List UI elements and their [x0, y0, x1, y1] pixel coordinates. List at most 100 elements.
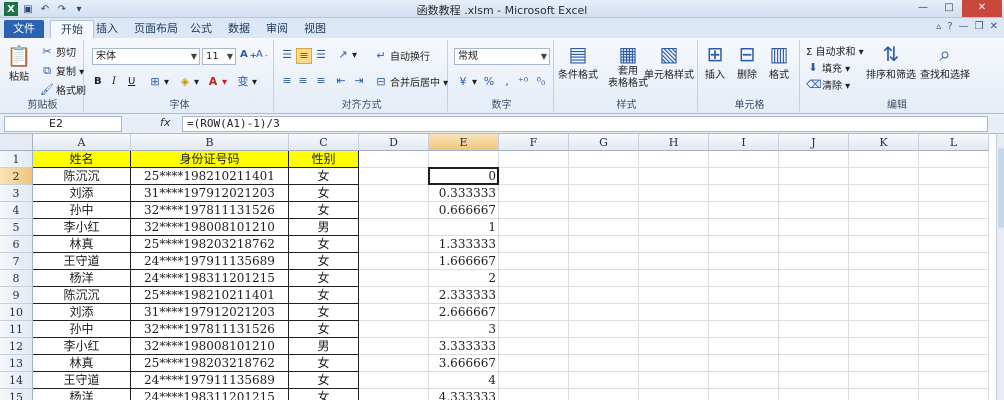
cell-e4[interactable]: 0.666667 — [429, 202, 499, 219]
cell-l1[interactable] — [919, 151, 989, 168]
worksheet-grid[interactable]: A B C D E F G H I J K L 1 姓名 身份证号码 性别 2 陈沉沉 25****19821021… — [0, 134, 996, 400]
cell-f10[interactable] — [499, 304, 569, 321]
cell-a6[interactable]: 林真 — [33, 236, 131, 253]
cell-f11[interactable] — [499, 321, 569, 338]
row-header-1[interactable]: 1 — [0, 151, 33, 168]
cell-g11[interactable] — [569, 321, 639, 338]
wrap-text-button[interactable]: ↵ 自动换行 — [374, 48, 430, 64]
copy-button[interactable]: ⧉ 复制 ▾ — [40, 63, 84, 79]
font-name-select[interactable]: 宋体 ▼ — [92, 48, 200, 65]
align-top-button[interactable]: ☰ — [280, 48, 294, 62]
cell-f13[interactable] — [499, 355, 569, 372]
align-right-button[interactable]: ≡ — [314, 74, 328, 88]
grow-font-button[interactable]: A + — [240, 49, 257, 60]
cell-a9[interactable]: 陈沉沉 — [33, 287, 131, 304]
cell-styles-button[interactable]: ▧ 单元格样式 — [644, 42, 694, 81]
cell-i6[interactable] — [709, 236, 779, 253]
restore-workbook-icon[interactable]: ❐ — [975, 21, 984, 32]
cell-d13[interactable] — [359, 355, 429, 372]
cell-c3[interactable]: 女 — [289, 185, 359, 202]
formula-input[interactable]: =(ROW(A1)-1)/3 — [182, 116, 988, 132]
cell-j15[interactable] — [779, 389, 849, 400]
cell-k3[interactable] — [849, 185, 919, 202]
column-header-d[interactable]: D — [359, 134, 429, 151]
cell-i3[interactable] — [709, 185, 779, 202]
cell-g14[interactable] — [569, 372, 639, 389]
cell-e12[interactable]: 3.333333 — [429, 338, 499, 355]
cell-c15[interactable]: 女 — [289, 389, 359, 400]
tab-view[interactable]: 视图 — [294, 20, 336, 38]
column-header-g[interactable]: G — [569, 134, 639, 151]
cell-k15[interactable] — [849, 389, 919, 400]
cell-e9[interactable]: 2.333333 — [429, 287, 499, 304]
cell-d15[interactable] — [359, 389, 429, 400]
cell-i10[interactable] — [709, 304, 779, 321]
italic-button[interactable]: I — [112, 76, 116, 87]
cell-b12[interactable]: 32****198008101210 — [131, 338, 289, 355]
cell-i9[interactable] — [709, 287, 779, 304]
cell-c5[interactable]: 男 — [289, 219, 359, 236]
underline-button[interactable]: U — [128, 76, 135, 87]
cell-b11[interactable]: 32****197811131526 — [131, 321, 289, 338]
help-icon[interactable]: ? — [947, 21, 952, 32]
cell-j3[interactable] — [779, 185, 849, 202]
cell-a7[interactable]: 王守道 — [33, 253, 131, 270]
column-header-e[interactable]: E — [429, 134, 499, 151]
cell-l4[interactable] — [919, 202, 989, 219]
cell-h9[interactable] — [639, 287, 709, 304]
cell-e10[interactable]: 2.666667 — [429, 304, 499, 321]
row-header-14[interactable]: 14 — [0, 372, 33, 389]
tab-data[interactable]: 数据 — [218, 20, 260, 38]
tab-review[interactable]: 审阅 — [256, 20, 298, 38]
column-header-a[interactable]: A — [33, 134, 131, 151]
cell-l5[interactable] — [919, 219, 989, 236]
font-size-select[interactable]: 11 ▼ — [202, 48, 236, 65]
cell-k2[interactable] — [849, 168, 919, 185]
comma-button[interactable]: , — [500, 75, 514, 89]
cell-f2[interactable] — [499, 168, 569, 185]
cell-d12[interactable] — [359, 338, 429, 355]
cell-h12[interactable] — [639, 338, 709, 355]
cell-h4[interactable] — [639, 202, 709, 219]
cell-c13[interactable]: 女 — [289, 355, 359, 372]
align-left-button[interactable]: ≡ — [280, 74, 294, 88]
cell-d7[interactable] — [359, 253, 429, 270]
cell-f7[interactable] — [499, 253, 569, 270]
row-header-8[interactable]: 8 — [0, 270, 33, 287]
cell-b15[interactable]: 24****198311201215 — [131, 389, 289, 400]
clear-button[interactable]: ⌫ 清除 ▾ — [806, 77, 850, 93]
align-center-button[interactable]: ≡ — [296, 74, 310, 88]
cell-k4[interactable] — [849, 202, 919, 219]
cell-l8[interactable] — [919, 270, 989, 287]
cell-f9[interactable] — [499, 287, 569, 304]
close-button[interactable]: ✕ — [962, 0, 1002, 17]
cell-j2[interactable] — [779, 168, 849, 185]
orientation-button[interactable]: ↗ ▾ — [336, 48, 357, 62]
cell-l7[interactable] — [919, 253, 989, 270]
cell-d10[interactable] — [359, 304, 429, 321]
phonetic-button[interactable]: 变 ▾ — [236, 75, 258, 89]
cell-i12[interactable] — [709, 338, 779, 355]
cell-a15[interactable]: 杨洋 — [33, 389, 131, 400]
cell-b13[interactable]: 25****198203218762 — [131, 355, 289, 372]
fill-button[interactable]: ⬇ 填充 ▾ — [806, 60, 850, 76]
cell-k1[interactable] — [849, 151, 919, 168]
cell-l6[interactable] — [919, 236, 989, 253]
cell-c7[interactable]: 女 — [289, 253, 359, 270]
cell-g7[interactable] — [569, 253, 639, 270]
cell-j8[interactable] — [779, 270, 849, 287]
row-header-2[interactable]: 2 — [0, 168, 33, 185]
cell-g4[interactable] — [569, 202, 639, 219]
cell-b3[interactable]: 31****197912021203 — [131, 185, 289, 202]
cell-d11[interactable] — [359, 321, 429, 338]
cell-e1[interactable] — [429, 151, 499, 168]
cell-g5[interactable] — [569, 219, 639, 236]
cell-k10[interactable] — [849, 304, 919, 321]
find-select-button[interactable]: ⌕ 查找和选择 — [920, 42, 970, 81]
shrink-font-button[interactable]: A- — [256, 49, 268, 60]
cell-f3[interactable] — [499, 185, 569, 202]
number-format-select[interactable]: 常规 ▼ — [454, 48, 550, 65]
cell-i2[interactable] — [709, 168, 779, 185]
cell-a5[interactable]: 李小红 — [33, 219, 131, 236]
cell-a10[interactable]: 刘添 — [33, 304, 131, 321]
